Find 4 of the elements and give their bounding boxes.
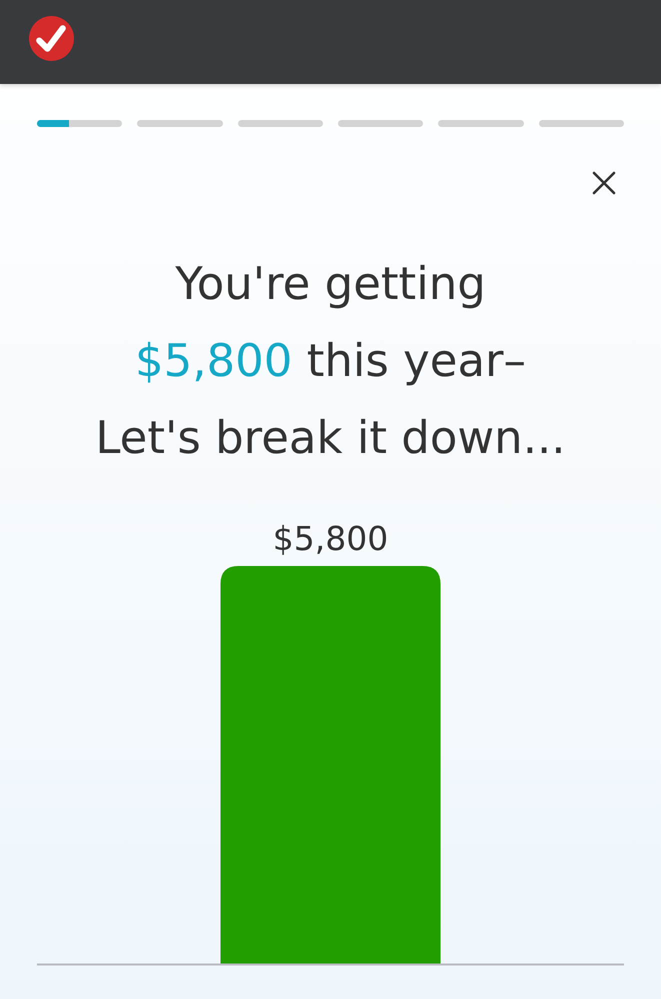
headline: You're getting $5,800 this year– Let's break it down...	[94, 256, 567, 466]
close-icon[interactable]	[592, 171, 616, 195]
bar-value-label: $5,800	[272, 519, 388, 558]
checkmark-logo-icon	[29, 16, 74, 60]
